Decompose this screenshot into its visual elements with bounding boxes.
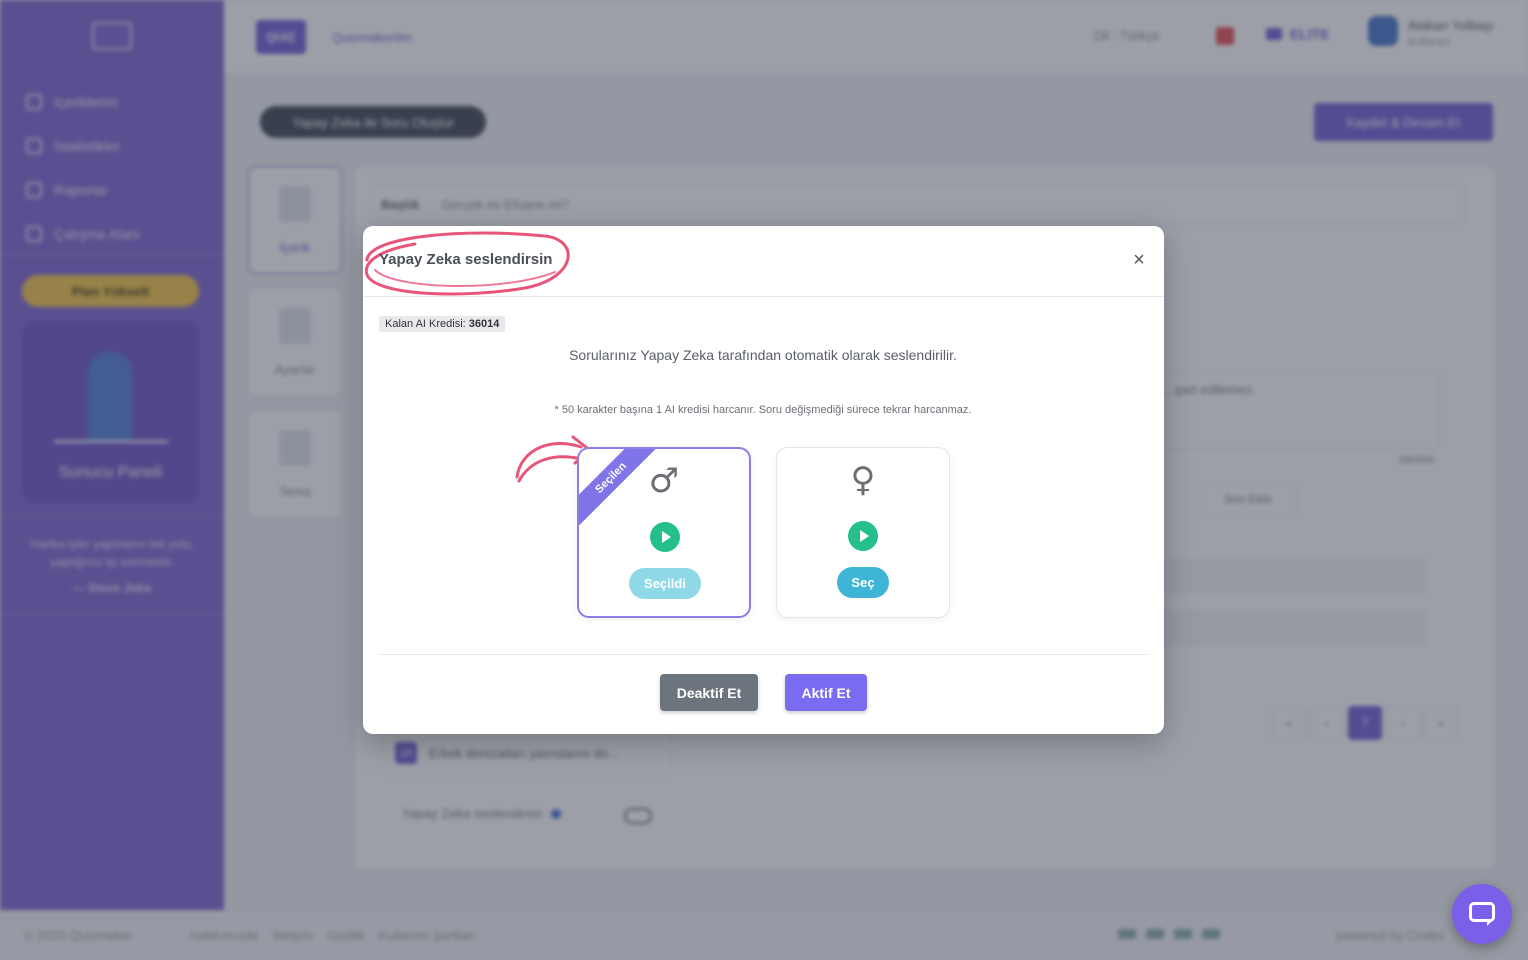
select-voice-button[interactable]: Seçildi xyxy=(629,568,701,599)
chat-support-button[interactable] xyxy=(1452,884,1512,944)
voice-card-female[interactable]: ♀ Seç xyxy=(776,447,950,618)
ai-credit-badge: Kalan AI Kredisi: 36014 xyxy=(379,316,506,332)
modal-divider xyxy=(379,654,1148,655)
chat-icon xyxy=(1469,902,1495,922)
female-icon: ♀ xyxy=(850,460,876,500)
close-icon[interactable]: × xyxy=(1128,249,1150,271)
male-icon: ♂ xyxy=(648,461,680,501)
credit-value: 36014 xyxy=(468,318,500,330)
activate-button[interactable]: Aktif Et xyxy=(785,674,867,711)
activate-label: Aktif Et xyxy=(801,684,851,701)
play-icon[interactable] xyxy=(848,521,878,551)
modal-description: Sorularınız Yapay Zeka tarafından otomat… xyxy=(569,347,957,363)
play-icon[interactable] xyxy=(650,522,680,552)
deactivate-label: Deaktif Et xyxy=(676,684,742,701)
voice-card-male[interactable]: Seçilen ♂ Seçildi xyxy=(577,447,751,618)
modal-header: Yapay Zeka seslendirsin × xyxy=(363,226,1164,297)
credit-note: * 50 karakter başına 1 AI kredisi harcan… xyxy=(554,404,972,416)
deactivate-button[interactable]: Deaktif Et xyxy=(660,674,758,711)
ai-voice-modal: Yapay Zeka seslendirsin × Kalan AI Kredi… xyxy=(363,226,1164,734)
modal-title: Yapay Zeka seslendirsin xyxy=(379,251,553,268)
select-label: Seç xyxy=(851,575,875,590)
select-voice-button[interactable]: Seç xyxy=(837,567,889,598)
chat-icon-tail xyxy=(1487,920,1493,926)
credit-label: Kalan AI Kredisi: xyxy=(385,318,466,330)
select-label: Seçildi xyxy=(644,576,686,591)
